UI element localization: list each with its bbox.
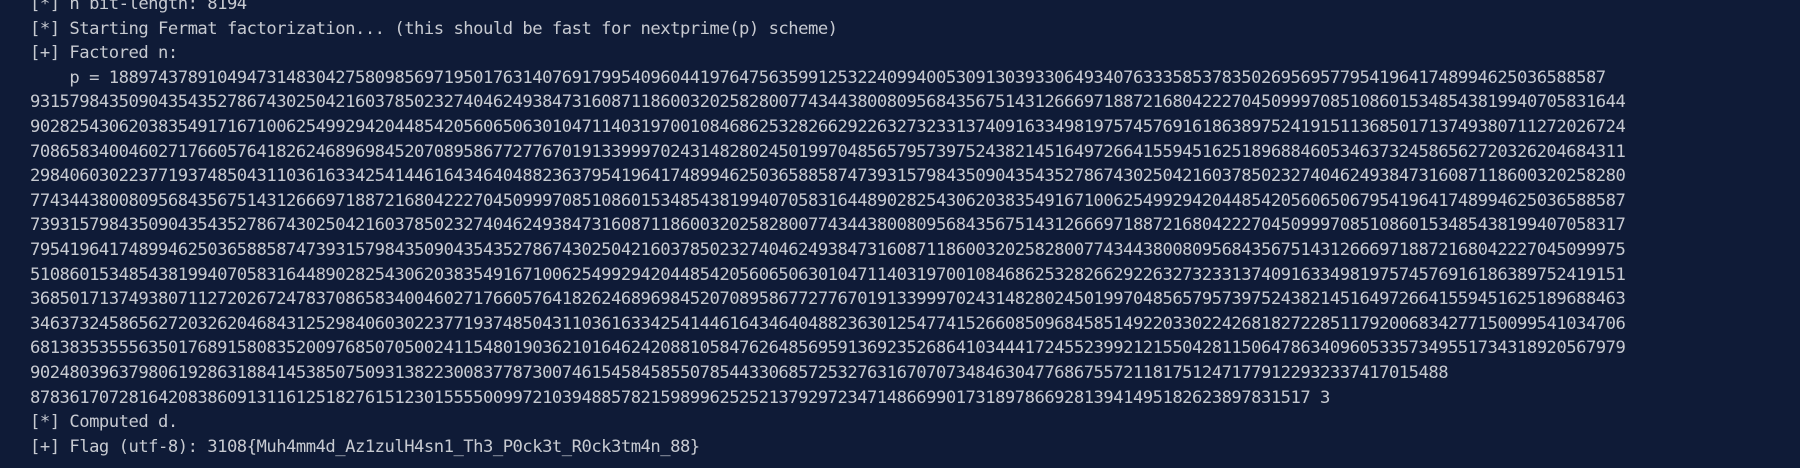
prime-p-line-11: 3463732458656272032620468431252984060302… bbox=[30, 313, 1626, 334]
prime-p-line-12: 6813835355563501768915808352009768507050… bbox=[30, 338, 1626, 359]
log-line-starting-fermat: [*] Starting Fermat factorization... (th… bbox=[30, 18, 838, 39]
log-line-bit-length: [*] n bit-length: 8194 bbox=[30, 0, 247, 14]
prime-p-line-1: p = 188974378910494731483042758098569719… bbox=[30, 67, 1606, 88]
terminal-window[interactable]: [*] n bit-length: 8194 [*] Starting Ferm… bbox=[0, 0, 1800, 460]
prime-p-line-10: 3685017137493807112720267247837086583400… bbox=[30, 289, 1626, 310]
prime-p-line-13: 9024803963798061928631884145385075093138… bbox=[30, 362, 1449, 383]
prime-p-line-3: 9028254306203835491716710062549929420448… bbox=[30, 116, 1626, 137]
prime-p-line-8: 7954196417489946250365885874739315798435… bbox=[30, 239, 1626, 260]
prime-p-line-6: 7743443800809568435675143126669718872168… bbox=[30, 190, 1626, 211]
prime-p-line-2: 9315798435090435435278674302504216037850… bbox=[30, 92, 1626, 113]
prime-p-line-7: 7393157984350904354352786743025042160378… bbox=[30, 215, 1626, 236]
log-line-computed-d: [*] Computed d. bbox=[30, 412, 178, 433]
prime-p-line-9: 5108601534854381994070583164489028254306… bbox=[30, 264, 1626, 285]
prime-p-line-14: 8783617072816420838609131161251827615123… bbox=[30, 387, 1330, 408]
log-line-flag: [+] Flag (utf-8): 3108{Muh4mm4d_Az1zulH4… bbox=[30, 436, 700, 457]
prime-p-line-5: 2984060302237719374850431103616334254144… bbox=[30, 166, 1626, 187]
prime-p-line-4: 7086583400460271766057641826246896984520… bbox=[30, 141, 1626, 162]
log-line-factored-n: [+] Factored n: bbox=[30, 43, 178, 64]
